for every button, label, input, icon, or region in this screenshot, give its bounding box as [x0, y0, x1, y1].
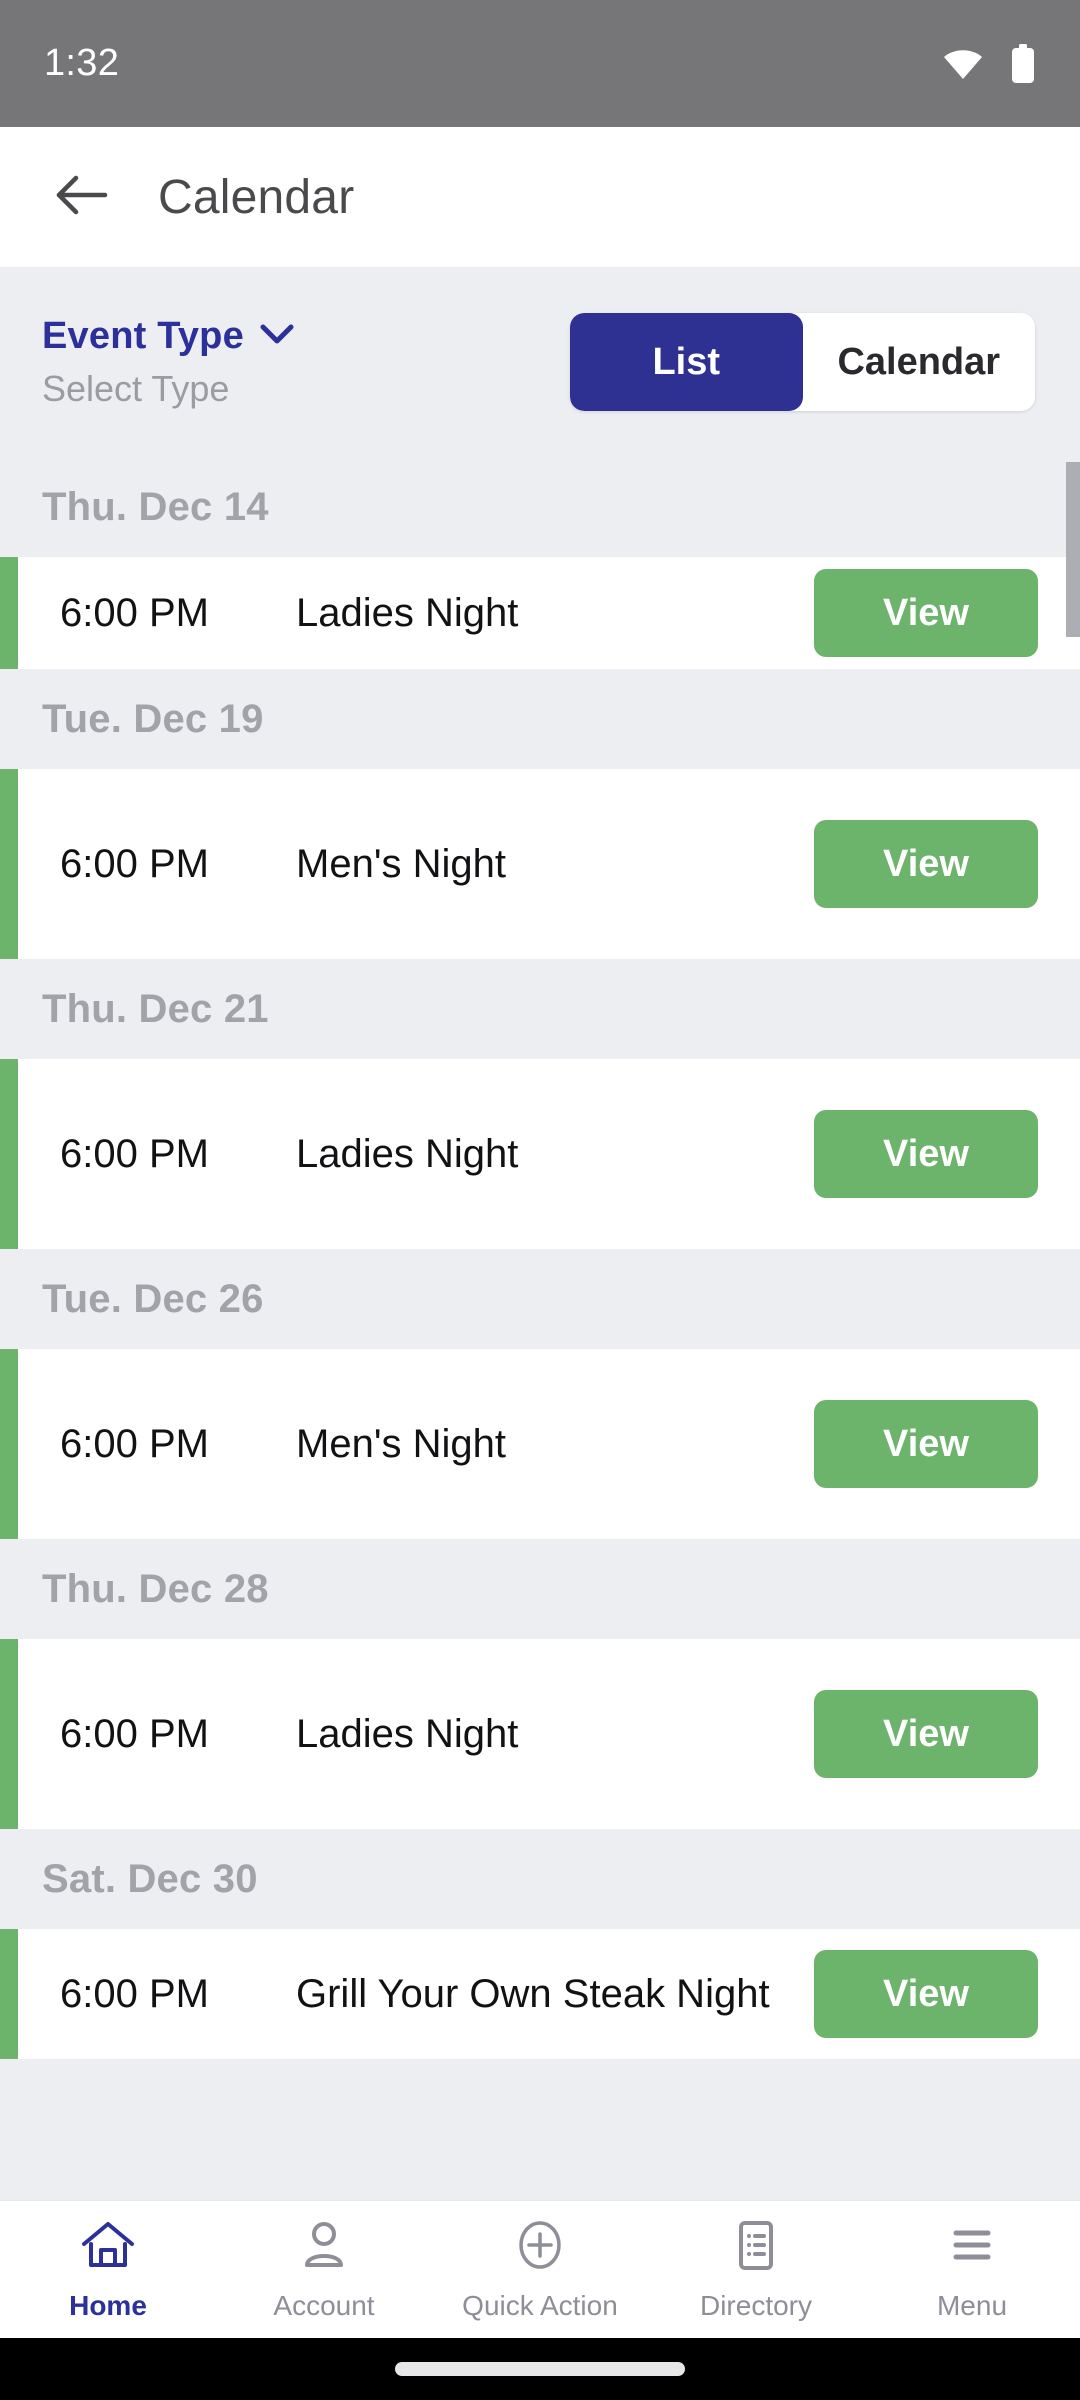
nav-item-menu[interactable]: Menu	[864, 2217, 1080, 2322]
view-event-button[interactable]: View	[814, 1690, 1038, 1778]
filter-bar: Event Type Select Type List Calendar	[0, 267, 1080, 457]
event-row[interactable]: 6:00 PM Men's Night View	[0, 1349, 1080, 1539]
status-clock: 1:32	[44, 42, 120, 84]
event-list[interactable]: Thu. Dec 14 6:00 PM Ladies Night View Tue. D…	[0, 457, 1080, 2059]
nav-item-directory[interactable]: Directory	[648, 2217, 864, 2322]
battery-icon	[1010, 43, 1036, 84]
date-group-label: Thu. Dec 28	[42, 1566, 269, 1611]
date-group-header: Sat. Dec 30	[0, 1829, 1080, 1929]
date-group-header: Tue. Dec 19	[0, 669, 1080, 769]
select-type-placeholder[interactable]: Select Type	[42, 368, 294, 410]
list-document-icon	[727, 2217, 785, 2280]
page-title: Calendar	[158, 170, 355, 224]
date-group-label: Tue. Dec 19	[42, 696, 264, 741]
event-accent-bar	[0, 1059, 18, 1249]
gesture-pill[interactable]	[395, 2362, 685, 2376]
nav-item-quick-action[interactable]: Quick Action	[432, 2217, 648, 2322]
event-type-dropdown-trigger[interactable]: Event Type	[42, 315, 294, 358]
event-name: Ladies Night	[296, 1131, 519, 1176]
toggle-option-list[interactable]: List	[570, 313, 803, 411]
date-group-label: Thu. Dec 14	[42, 484, 269, 529]
date-group-label: Sat. Dec 30	[42, 1856, 258, 1901]
nav-item-account[interactable]: Account	[216, 2217, 432, 2322]
event-name: Men's Night	[296, 1421, 506, 1466]
app-screen: 1:32 Calendar Event Type Select Type Lis…	[0, 0, 1080, 2400]
date-group-label: Tue. Dec 26	[42, 1276, 264, 1321]
date-group-header: Tue. Dec 26	[0, 1249, 1080, 1349]
event-accent-bar	[0, 557, 18, 669]
event-time: 6:00 PM	[60, 590, 209, 635]
event-time: 6:00 PM	[60, 1421, 209, 1466]
app-header: Calendar	[0, 127, 1080, 267]
event-type-label: Event Type	[42, 314, 244, 357]
scrollbar-thumb[interactable]	[1066, 462, 1080, 637]
date-group-header: Thu. Dec 14	[0, 457, 1080, 557]
hamburger-icon	[943, 2217, 1001, 2280]
chevron-down-icon	[260, 323, 294, 350]
nav-label: Quick Action	[462, 2290, 618, 2321]
nav-item-home[interactable]: Home	[0, 2217, 216, 2322]
view-mode-toggle[interactable]: List Calendar	[570, 313, 1035, 411]
date-group-label: Thu. Dec 21	[42, 986, 269, 1031]
wifi-icon	[942, 48, 984, 80]
event-name: Men's Night	[296, 841, 506, 886]
event-row[interactable]: 6:00 PM Men's Night View	[0, 769, 1080, 959]
event-time: 6:00 PM	[60, 1711, 209, 1756]
event-name: Grill Your Own Steak Night	[296, 1971, 770, 2016]
toggle-option-calendar[interactable]: Calendar	[803, 313, 1036, 411]
person-icon	[295, 2217, 353, 2280]
event-accent-bar	[0, 1929, 18, 2059]
view-event-button[interactable]: View	[814, 1110, 1038, 1198]
home-icon	[79, 2217, 137, 2280]
back-arrow-icon	[53, 174, 109, 221]
event-accent-bar	[0, 1639, 18, 1829]
event-accent-bar	[0, 1349, 18, 1539]
date-group-header: Thu. Dec 21	[0, 959, 1080, 1059]
event-name: Ladies Night	[296, 1711, 519, 1756]
nav-label: Home	[69, 2290, 147, 2321]
event-name: Ladies Night	[296, 590, 519, 635]
scrollbar-track[interactable]	[1066, 0, 1080, 2400]
view-event-button[interactable]: View	[814, 820, 1038, 908]
plus-circle-icon	[511, 2217, 569, 2280]
event-time: 6:00 PM	[60, 1971, 209, 2016]
system-gesture-bar	[0, 2338, 1080, 2400]
view-event-button[interactable]: View	[814, 569, 1038, 657]
event-type-filter[interactable]: Event Type Select Type	[42, 315, 294, 410]
event-accent-bar	[0, 769, 18, 959]
view-event-button[interactable]: View	[814, 1400, 1038, 1488]
event-row[interactable]: 6:00 PM Grill Your Own Steak Night View	[0, 1929, 1080, 2059]
nav-label: Account	[273, 2290, 375, 2321]
status-bar: 1:32	[0, 0, 1080, 127]
bottom-navigation: Home Account Quick Action Directory Menu	[0, 2200, 1080, 2338]
nav-label: Menu	[936, 2290, 1008, 2321]
event-row[interactable]: 6:00 PM Ladies Night View	[0, 1639, 1080, 1829]
back-button[interactable]	[48, 164, 114, 230]
view-event-button[interactable]: View	[814, 1950, 1038, 2038]
event-time: 6:00 PM	[60, 1131, 209, 1176]
nav-label: Directory	[699, 2290, 812, 2321]
status-icon-group	[942, 43, 1036, 84]
event-time: 6:00 PM	[60, 841, 209, 886]
date-group-header: Thu. Dec 28	[0, 1539, 1080, 1639]
event-row[interactable]: 6:00 PM Ladies Night View	[0, 557, 1080, 669]
event-row[interactable]: 6:00 PM Ladies Night View	[0, 1059, 1080, 1249]
